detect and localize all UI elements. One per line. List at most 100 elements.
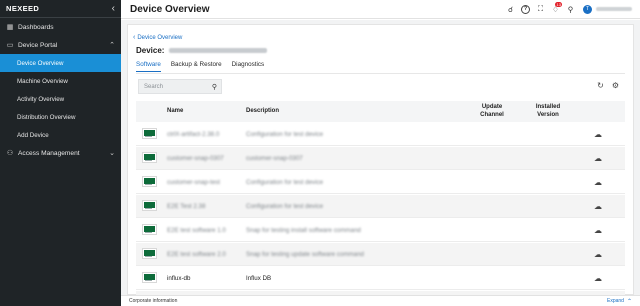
- row-name: E2E Test 2.38: [167, 203, 206, 210]
- device-label: Device:: [136, 46, 165, 55]
- sidebar-item-distribution-overview[interactable]: Distribution Overview: [0, 108, 121, 126]
- back-link[interactable]: ‹ Device Overview: [133, 34, 182, 41]
- row-name: influx-db: [167, 275, 191, 282]
- row-description: customer-snap-0307: [246, 155, 303, 162]
- software-thumbnail: [142, 224, 157, 235]
- username-redacted[interactable]: [596, 7, 632, 11]
- row-name: ctrlX-artifact-2.38.0: [167, 131, 220, 138]
- users-icon: ⚇: [6, 150, 14, 157]
- column-header-name[interactable]: Name: [167, 101, 183, 122]
- column-header-update-channel[interactable]: Update Channel: [473, 101, 511, 122]
- software-thumbnail: [142, 200, 157, 211]
- row-description: Influx DB: [246, 275, 272, 282]
- row-description: Configuration for test device: [246, 131, 324, 138]
- chevron-left-icon: ‹: [133, 34, 136, 41]
- column-header-description[interactable]: Description: [246, 101, 279, 122]
- table-header: Name Description Update Channel Installe…: [136, 101, 625, 122]
- table-row[interactable]: E2E test software 2.0 Snap for testing up…: [136, 243, 625, 266]
- sidebar-item-label: Add Device: [17, 131, 49, 139]
- tab-backup-restore[interactable]: Backup & Restore: [171, 61, 222, 72]
- expand-label: Expand: [607, 298, 624, 304]
- header-actions: ☌ ? ⛶ ♢ 13 ⚲ T: [500, 1, 632, 14]
- tab-bar: Software Backup & Restore Diagnostics: [136, 61, 274, 72]
- brand-logo: NEXEED: [6, 4, 40, 13]
- notifications-bell-icon[interactable]: ♢ 13: [551, 1, 563, 14]
- device-name-redacted: [169, 48, 268, 53]
- cloud-download-icon[interactable]: ☁: [594, 147, 602, 170]
- table-row[interactable]: E2E Test 2.38 Configuration for test devi…: [136, 195, 625, 218]
- sidebar-item-access-management[interactable]: ⚇ Access Management ⌄: [0, 144, 121, 162]
- row-description: Configuration for test device: [246, 203, 324, 210]
- top-header: Device Overview ☌ ? ⛶ ♢ 13 ⚲ T: [121, 0, 640, 19]
- tab-diagnostics[interactable]: Diagnostics: [232, 61, 265, 72]
- help-icon[interactable]: ?: [521, 4, 530, 14]
- page-title: Device Overview: [130, 3, 210, 15]
- sidebar-item-activity-overview[interactable]: Activity Overview: [0, 90, 121, 108]
- row-description: Snap for testing update software command: [246, 251, 364, 258]
- search-icon: ⚲: [211, 83, 217, 91]
- sidebar-item-label: Access Management: [18, 149, 80, 157]
- cloud-download-icon[interactable]: ☁: [594, 219, 602, 242]
- search-icon[interactable]: ⚲: [566, 5, 575, 14]
- table-row[interactable]: customer-snap-test Configuration for test…: [136, 171, 625, 194]
- sidebar-item-machine-overview[interactable]: Machine Overview: [0, 72, 121, 90]
- search-placeholder: Search: [144, 83, 164, 90]
- sidebar-item-dashboards[interactable]: ▦ Dashboards: [0, 18, 121, 36]
- column-header-installed-version[interactable]: Installed Version: [527, 101, 569, 122]
- avatar[interactable]: T: [583, 4, 592, 14]
- table-row[interactable]: customer-snap-0307 customer-snap-0307 ☁: [136, 147, 625, 170]
- sidebar-item-label: Machine Overview: [17, 77, 68, 85]
- chevron-down-icon: ⌄: [109, 150, 115, 157]
- back-link-label: Device Overview: [137, 34, 183, 41]
- sidebar-item-device-portal[interactable]: ▭ Device Portal ⌃: [0, 36, 121, 54]
- sidebar-item-label: Device Portal: [18, 41, 58, 49]
- footer: Corporate information Expand ⌃: [121, 295, 640, 306]
- refresh-icon[interactable]: ↻: [597, 82, 604, 90]
- row-description: Snap for testing install software comman…: [246, 227, 361, 234]
- table-tools: ↻ ⚙: [589, 82, 619, 90]
- device-card: ‹ Device Overview Device: Software Backu…: [127, 24, 634, 306]
- expand-button[interactable]: Expand ⌃: [607, 298, 632, 305]
- main-content: ‹ Device Overview Device: Software Backu…: [121, 20, 640, 306]
- table-row[interactable]: E2E test software 1.0 Snap for testing in…: [136, 219, 625, 242]
- dashboard-icon: ▦: [6, 24, 14, 31]
- sidebar-item-label: Distribution Overview: [17, 113, 76, 121]
- software-thumbnail: [142, 248, 157, 259]
- gear-icon[interactable]: ⚙: [612, 82, 619, 90]
- row-name: E2E test software 1.0: [167, 227, 226, 234]
- chevron-up-icon: ⌃: [109, 42, 115, 49]
- sidebar-item-device-overview[interactable]: Device Overview: [0, 54, 121, 72]
- row-name: customer-snap-test: [167, 179, 220, 186]
- software-thumbnail: [142, 128, 157, 139]
- collapse-sidebar-icon[interactable]: ‹: [112, 3, 115, 14]
- row-name: customer-snap-0307: [167, 155, 224, 162]
- notification-count-badge: 13: [555, 1, 563, 7]
- tab-software[interactable]: Software: [136, 61, 161, 72]
- sidebar-item-label: Device Overview: [17, 59, 64, 67]
- headset-icon[interactable]: ☌: [506, 5, 515, 14]
- cloud-download-icon[interactable]: ☁: [594, 267, 602, 290]
- table-row[interactable]: influx-db Influx DB ☁: [136, 267, 625, 290]
- cloud-download-icon[interactable]: ☁: [594, 195, 602, 218]
- cloud-download-icon[interactable]: ☁: [594, 171, 602, 194]
- sidebar: NEXEED ‹ ▦ Dashboards ▭ Device Portal ⌃ …: [0, 0, 121, 306]
- software-thumbnail: [142, 272, 157, 283]
- row-description: Configuration for test device: [246, 179, 324, 186]
- cloud-download-icon[interactable]: ☁: [594, 243, 602, 266]
- monitor-icon: ▭: [6, 42, 14, 49]
- tab-divider: [136, 73, 625, 74]
- sidebar-item-label: Activity Overview: [17, 95, 65, 103]
- search-input[interactable]: Search ⚲: [138, 79, 222, 94]
- brand-bar: NEXEED ‹: [0, 0, 121, 18]
- chevron-up-icon: ⌃: [626, 298, 632, 305]
- sidebar-item-add-device[interactable]: Add Device: [0, 126, 121, 144]
- corporate-info-link[interactable]: Corporate information: [129, 298, 177, 304]
- row-name: E2E test software 2.0: [167, 251, 226, 258]
- device-heading: Device:: [136, 46, 268, 55]
- fullscreen-icon[interactable]: ⛶: [536, 4, 545, 14]
- sidebar-item-label: Dashboards: [18, 23, 54, 31]
- software-thumbnail: [142, 176, 157, 187]
- table-row[interactable]: ctrlX-artifact-2.38.0 Configuration for t…: [136, 123, 625, 146]
- cloud-download-icon[interactable]: ☁: [594, 123, 602, 146]
- software-thumbnail: [142, 152, 157, 163]
